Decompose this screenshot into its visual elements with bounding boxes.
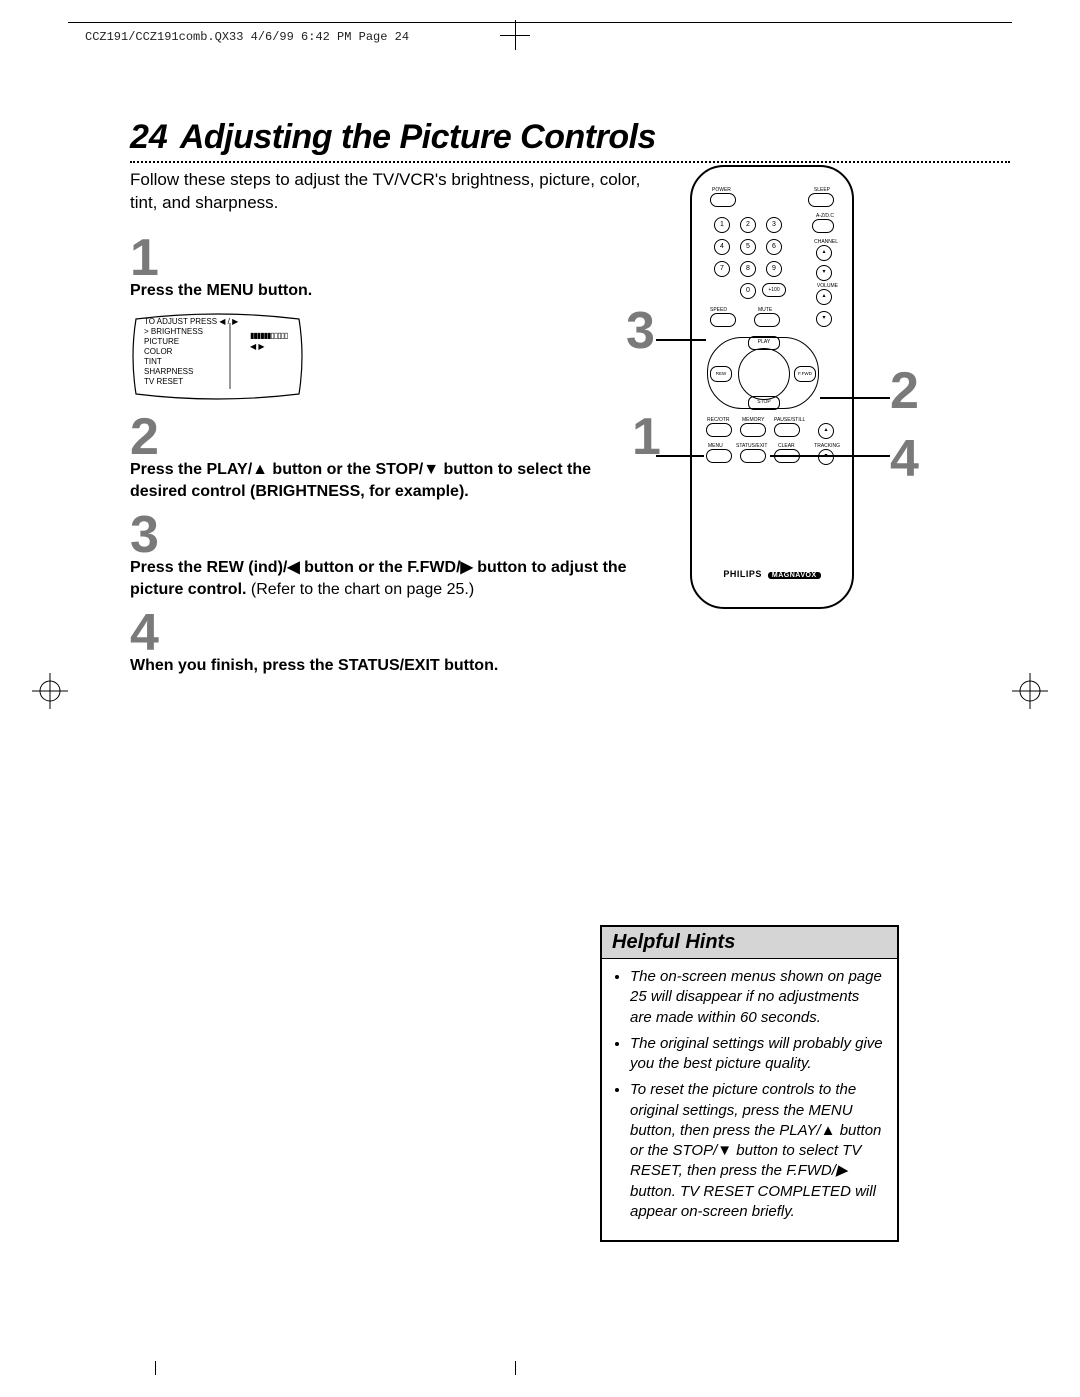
callout-3: 3 [626,305,655,357]
mute-button[interactable] [754,313,780,327]
volume-down-button[interactable]: ▾ [816,311,832,327]
keypad-7[interactable]: 7 [714,261,730,277]
helpful-hints-box: Helpful Hints The on-screen menus shown … [600,925,899,1242]
dpad: PLAY REW F.FWD STOP [707,337,819,409]
recotr-button[interactable] [706,423,732,437]
brand-philips: PHILIPS [723,569,762,579]
tv-menu-item: COLOR [144,347,238,357]
tracking-down-button[interactable]: ▾ [818,449,834,465]
tv-slider-icon: ▮▮▮▮▮▮▯▯▯▯▯ [250,331,287,340]
hints-title: Helpful Hints [602,927,897,959]
step-normal: (Refer to the chart on page 25.) [246,581,474,598]
remote-body: POWER SLEEP 1 2 3 A-Z/D.C 4 5 6 CHANNEL … [690,165,854,609]
title-row: 24 Adjusting the Picture Controls [130,118,1010,157]
keypad-3[interactable]: 3 [766,217,782,233]
dotted-rule [130,161,1010,163]
ffwd-button[interactable]: F.FWD [794,366,816,382]
crop-mark [515,1361,516,1375]
step-text: Press the PLAY/▲ button or the STOP/▼ bu… [130,459,650,502]
brand: PHILIPS MAGNAVOX [692,569,852,579]
remote-control-illustration: POWER SLEEP 1 2 3 A-Z/D.C 4 5 6 CHANNEL … [650,165,890,625]
tv-arrows-icon: ◀ ▶ [250,342,265,351]
callout-line [770,455,890,457]
keypad-6[interactable]: 6 [766,239,782,255]
channel-down-button[interactable]: ▾ [816,265,832,281]
sleep-button[interactable] [808,193,834,207]
callout-2: 2 [890,365,919,417]
header-rule [68,22,1012,23]
hint-item: The on-screen menus shown on page 25 wil… [630,967,885,1028]
keypad-9[interactable]: 9 [766,261,782,277]
hint-item: To reset the picture controls to the ori… [630,1080,885,1222]
power-button[interactable] [710,193,736,207]
plus100-button[interactable]: +100 [762,283,786,297]
step-number: 2 [130,414,650,461]
step-text: Press the MENU button. [130,280,650,302]
speed-button[interactable] [710,313,736,327]
tv-menu-item: PICTURE [144,337,238,347]
keypad-4[interactable]: 4 [714,239,730,255]
callout-line [820,397,890,399]
crop-mark [155,1361,156,1375]
stop-button[interactable]: STOP [748,396,780,410]
tv-menu-item: TV RESET [144,377,238,387]
step-number: 1 [130,235,650,282]
menu-button[interactable] [706,449,732,463]
page-title: Adjusting the Picture Controls [180,118,656,157]
step-bold: Press the MENU button. [130,282,312,299]
page-number: 24 [130,118,168,157]
step-bold: When you finish, press the STATUS/EXIT b… [130,657,498,674]
step-text: Press the REW (ind)/◀ button or the F.FW… [130,557,650,600]
tv-menu-item: SHARPNESS [144,367,238,377]
steps-column: 1 Press the MENU button. TO ADJUST PRESS… [130,225,650,677]
dpad-center [738,348,790,400]
registration-mark-icon [1012,673,1048,709]
manual-page: CCZ191/CCZ191comb.QX33 4/6/99 6:42 PM Pa… [0,0,1080,1397]
channel-label: CHANNEL [814,239,838,245]
channel-up-button[interactable]: ▴ [816,245,832,261]
brand-magnavox: MAGNAVOX [768,572,821,579]
step-number: 4 [130,610,650,657]
callout-4: 4 [890,433,919,485]
callout-line [656,339,706,341]
print-header: CCZ191/CCZ191comb.QX33 4/6/99 6:42 PM Pa… [85,30,409,44]
pausestill-button[interactable] [774,423,800,437]
remote-column: POWER SLEEP 1 2 3 A-Z/D.C 4 5 6 CHANNEL … [600,165,880,625]
hint-item: The original settings will probably give… [630,1034,885,1075]
tv-menu-header: TO ADJUST PRESS ◀ / ▶ [144,317,238,327]
keypad-0[interactable]: 0 [740,283,756,299]
step-number: 3 [130,512,650,559]
volume-label: VOLUME [817,283,838,289]
hints-body: The on-screen menus shown on page 25 wil… [602,959,897,1240]
step-text: When you finish, press the STATUS/EXIT b… [130,655,650,677]
registration-mark-icon [32,673,68,709]
statusexit-button[interactable] [740,449,766,463]
tv-menu-item: TINT [144,357,238,367]
tv-menu-text: TO ADJUST PRESS ◀ / ▶ BRIGHTNESS PICTURE… [144,317,238,387]
keypad-1[interactable]: 1 [714,217,730,233]
keypad-5[interactable]: 5 [740,239,756,255]
step-bold: Press the PLAY/▲ button or the STOP/▼ bu… [130,461,591,500]
tracking-up-button[interactable]: ▴ [818,423,834,439]
intro-text: Follow these steps to adjust the TV/VCR'… [130,169,650,215]
crop-mark [515,20,516,50]
keypad-2[interactable]: 2 [740,217,756,233]
memory-button[interactable] [740,423,766,437]
keypad-8[interactable]: 8 [740,261,756,277]
callout-line [656,455,704,457]
azdc-button[interactable] [812,219,834,233]
rew-button[interactable]: REW [710,366,732,382]
volume-up-button[interactable]: ▴ [816,289,832,305]
tv-screen-illustration: TO ADJUST PRESS ◀ / ▶ BRIGHTNESS PICTURE… [130,309,305,404]
tv-menu-item: BRIGHTNESS [144,327,238,337]
